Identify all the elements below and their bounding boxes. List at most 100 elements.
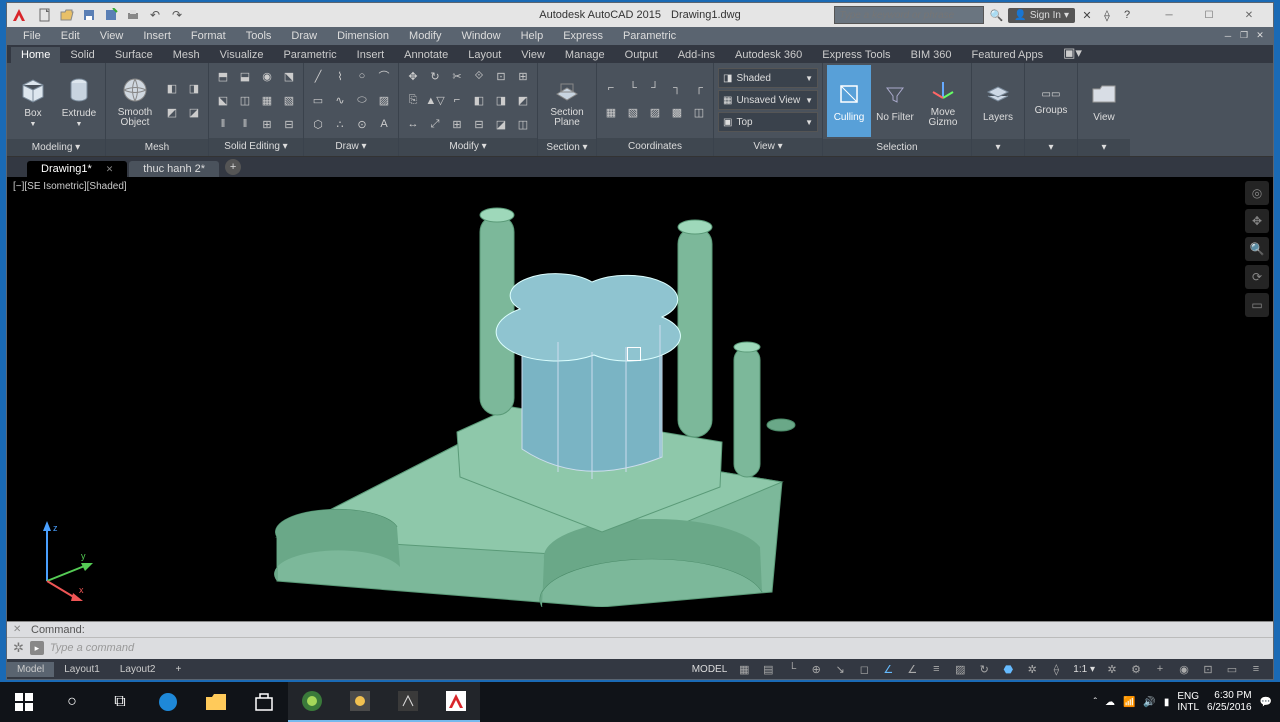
file-explorer-icon[interactable]	[192, 682, 240, 722]
ellipse-icon[interactable]: ⬭	[352, 89, 372, 111]
cortana-search-icon[interactable]: ○	[48, 682, 96, 722]
3dosnap-icon[interactable]: ∠	[877, 660, 899, 678]
menu-tools[interactable]: Tools	[236, 28, 282, 44]
exchange-icon[interactable]: ✕	[1079, 7, 1095, 23]
union-icon[interactable]: ⬒	[213, 65, 233, 87]
start-button[interactable]	[0, 682, 48, 722]
customize-icon[interactable]: ≡	[1245, 660, 1267, 678]
full-nav-wheel-icon[interactable]: ◎	[1245, 181, 1269, 205]
menu-edit[interactable]: Edit	[51, 28, 90, 44]
solid-tool-icon[interactable]: ◫	[235, 89, 255, 111]
command-line[interactable]: ✲ ▸ Type a command	[7, 638, 1273, 658]
trim-icon[interactable]: ✂	[447, 65, 467, 87]
rectangle-icon[interactable]: ▭	[308, 89, 328, 111]
tab-featuredapps[interactable]: Featured Apps	[962, 47, 1054, 63]
doc-restore-icon[interactable]: ❐	[1237, 29, 1251, 43]
tab-output[interactable]: Output	[615, 47, 668, 63]
doc-minimize-icon[interactable]: ─	[1221, 29, 1235, 43]
draw-tool-icon[interactable]: ⊙	[352, 113, 372, 135]
clean-screen-icon[interactable]: ▭	[1221, 660, 1243, 678]
plot-icon[interactable]	[123, 6, 143, 24]
minimize-button[interactable]: ─	[1149, 4, 1189, 26]
solid-tool-icon[interactable]: ‖	[235, 113, 255, 135]
tab-insert[interactable]: Insert	[347, 47, 395, 63]
viewport-label[interactable]: [−][SE Isometric][Shaded]	[13, 181, 127, 192]
modify-tool-icon[interactable]: ◪	[491, 113, 511, 135]
panel-label-groups[interactable]: ▾	[1025, 139, 1077, 156]
isodraft-icon[interactable]: ↘	[829, 660, 851, 678]
panel-label-solidediting[interactable]: Solid Editing ▾	[209, 138, 303, 156]
modify-tool-icon[interactable]: ◩	[513, 89, 533, 111]
stretch-icon[interactable]: ↔	[403, 113, 423, 135]
modify-tool-icon[interactable]: ⊞	[513, 65, 533, 87]
osnap-icon[interactable]: ◻	[853, 660, 875, 678]
taskbar-autocad-icon[interactable]	[432, 682, 480, 722]
polar-icon[interactable]: ⊕	[805, 660, 827, 678]
doc-tab-drawing1[interactable]: Drawing1*✕	[27, 161, 127, 177]
solid-tool-icon[interactable]: ⊞	[257, 113, 277, 135]
section-plane-button[interactable]: Section Plane	[542, 65, 592, 137]
spline-icon[interactable]: ∿	[330, 89, 350, 111]
solid-tool-icon[interactable]: ⊟	[279, 113, 299, 135]
tab-mesh[interactable]: Mesh	[163, 47, 210, 63]
menu-dimension[interactable]: Dimension	[327, 28, 399, 44]
dynucs-icon[interactable]: ⬣	[997, 660, 1019, 678]
ucs-icon[interactable]: ┌	[689, 77, 709, 99]
visual-style-dropdown[interactable]: ◨Shaded▼	[718, 68, 818, 88]
menu-draw[interactable]: Draw	[281, 28, 327, 44]
orbit-icon[interactable]: ⟳	[1245, 265, 1269, 289]
menu-parametric[interactable]: Parametric	[613, 28, 686, 44]
layout-tab-layout1[interactable]: Layout1	[54, 662, 110, 677]
solid-tool-icon[interactable]: ⬔	[279, 65, 299, 87]
tab-autodesk360[interactable]: Autodesk 360	[725, 47, 812, 63]
draw-tool-icon[interactable]: ⬡	[308, 113, 328, 135]
layers-button[interactable]: Layers	[976, 65, 1020, 137]
menu-modify[interactable]: Modify	[399, 28, 451, 44]
solid-tool-icon[interactable]: ‖	[213, 113, 233, 135]
ucs-icon[interactable]: ▨	[645, 101, 665, 123]
tab-expresstools[interactable]: Express Tools	[812, 47, 900, 63]
smooth-object-button[interactable]: Smooth Object	[110, 65, 160, 137]
store-icon[interactable]	[240, 682, 288, 722]
isolate-icon[interactable]: ⊡	[1197, 660, 1219, 678]
zoom-icon[interactable]: 🔍	[1245, 237, 1269, 261]
tray-network-icon[interactable]: 📶	[1123, 697, 1135, 708]
tab-addins[interactable]: Add-ins	[668, 47, 725, 63]
filter-icon[interactable]: ✲	[1021, 660, 1043, 678]
menu-format[interactable]: Format	[181, 28, 236, 44]
ucs-icon[interactable]: ▧	[623, 101, 643, 123]
ucs-icon[interactable]: ┐	[667, 77, 687, 99]
layout-tab-layout2[interactable]: Layout2	[110, 662, 166, 677]
ucs-icon[interactable]: └	[623, 77, 643, 99]
solid-tool-icon[interactable]: ▦	[257, 89, 277, 111]
pan-icon[interactable]: ✥	[1245, 209, 1269, 233]
menu-insert[interactable]: Insert	[133, 28, 181, 44]
lineweight-icon[interactable]: ≡	[925, 660, 947, 678]
grid-icon[interactable]: ▦	[733, 660, 755, 678]
menu-window[interactable]: Window	[451, 28, 510, 44]
annoscale-icon[interactable]: ✲	[1101, 660, 1123, 678]
command-input[interactable]: Type a command	[50, 642, 134, 654]
tab-parametric[interactable]: Parametric	[273, 47, 346, 63]
panel-label-view[interactable]: View ▾	[714, 138, 822, 156]
hardware-accel-icon[interactable]: ◉	[1173, 660, 1195, 678]
tab-annotate[interactable]: Annotate	[394, 47, 458, 63]
rotate-icon[interactable]: ↻	[425, 65, 445, 87]
edge-icon[interactable]	[144, 682, 192, 722]
save-icon[interactable]	[79, 6, 99, 24]
view-button[interactable]: View	[1082, 65, 1126, 137]
tab-view[interactable]: View	[511, 47, 555, 63]
scale-icon[interactable]: ⤢	[425, 113, 445, 135]
named-view-dropdown[interactable]: ▦Unsaved View▼	[718, 90, 818, 110]
taskbar-app-icon[interactable]	[384, 682, 432, 722]
command-options-icon[interactable]: ✲	[13, 640, 24, 656]
panel-label-draw[interactable]: Draw ▾	[304, 138, 398, 156]
tab-extra-icon[interactable]: ▣▾	[1053, 43, 1092, 63]
tab-home[interactable]: Home	[11, 47, 60, 63]
tab-visualize[interactable]: Visualize	[210, 47, 274, 63]
modify-tool-icon[interactable]: ⊟	[469, 113, 489, 135]
panel-label-section[interactable]: Section ▾	[538, 139, 596, 156]
close-history-icon[interactable]: ✕	[13, 624, 25, 635]
fillet-icon[interactable]: ⌐	[447, 89, 467, 111]
view-direction-dropdown[interactable]: ▣Top▼	[718, 112, 818, 132]
